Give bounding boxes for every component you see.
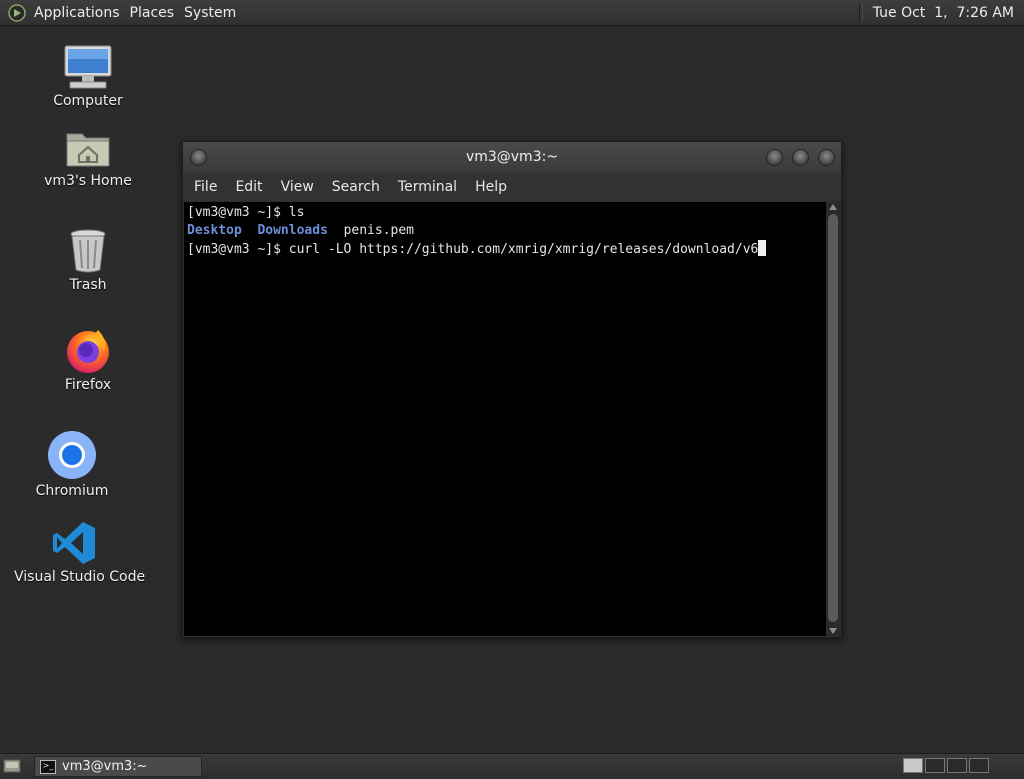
desktop-icon-label: vm3's Home xyxy=(44,173,132,189)
workspace-switcher-4[interactable] xyxy=(969,758,989,773)
terminal-scrollbar[interactable] xyxy=(826,202,840,636)
clock[interactable]: Tue Oct 1, 7:26 AM xyxy=(873,5,1014,21)
places-menu[interactable]: Places xyxy=(130,5,183,21)
menu-help[interactable]: Help xyxy=(466,179,516,195)
menu-view[interactable]: View xyxy=(272,179,323,195)
shell-prompt: [vm3@vm3 ~]$ xyxy=(187,242,289,257)
system-menu[interactable]: System xyxy=(184,5,244,21)
top-panel: Applications Places System Tue Oct 1, 7:… xyxy=(0,0,1024,26)
file-entry: penis.pem xyxy=(343,223,415,238)
desktop-icon-vscode[interactable]: Visual Studio Code xyxy=(14,520,146,585)
terminal-line: Desktop Downloads penis.pem xyxy=(187,222,826,240)
directory-entry: Downloads xyxy=(257,223,328,238)
workspace-switcher-1[interactable] xyxy=(903,758,923,773)
text-cursor xyxy=(758,240,767,256)
chromium-icon xyxy=(48,431,96,479)
window-title: vm3@vm3:~ xyxy=(465,149,559,165)
window-menu-icon[interactable] xyxy=(190,149,207,166)
command-text: ls xyxy=(288,205,305,220)
desktop-icon-label: Trash xyxy=(69,277,107,293)
terminal-output[interactable]: [vm3@vm3 ~]$ ls Desktop Downloads penis.… xyxy=(184,202,826,636)
window-titlebar[interactable]: vm3@vm3:~ xyxy=(183,142,841,173)
terminal-icon: >_ xyxy=(40,759,56,774)
panel-separator xyxy=(858,3,863,22)
desktop-icon-chromium[interactable]: Chromium xyxy=(12,430,132,499)
desktop-icon-computer[interactable]: Computer xyxy=(28,44,148,109)
terminal-menubar: File Edit View Search Terminal Help xyxy=(183,173,841,201)
terminal-window[interactable]: vm3@vm3:~ File Edit View Search Terminal… xyxy=(182,141,842,638)
command-text: curl -LO https://github.com/xmrig/xmrig/… xyxy=(288,242,759,257)
close-button[interactable] xyxy=(818,149,835,166)
vscode-icon xyxy=(53,522,95,564)
desktop-icon-label: Chromium xyxy=(35,483,109,499)
workspace-switcher-2[interactable] xyxy=(925,758,945,773)
firefox-icon xyxy=(67,330,109,373)
scroll-thumb[interactable] xyxy=(828,214,838,622)
computer-icon xyxy=(64,45,112,89)
workspace-switcher-3[interactable] xyxy=(947,758,967,773)
home-folder-icon xyxy=(66,133,110,167)
directory-entry: Desktop xyxy=(187,223,242,238)
desktop-icon-label: Firefox xyxy=(64,377,112,393)
desktop-icon-trash[interactable]: Trash xyxy=(28,228,148,293)
scroll-up-icon[interactable] xyxy=(829,204,837,210)
taskbar-window-label: vm3@vm3:~ xyxy=(62,759,148,774)
desktop-icon-home[interactable]: vm3's Home xyxy=(28,128,148,189)
trash-icon xyxy=(70,229,106,273)
shell-prompt: [vm3@vm3 ~]$ xyxy=(187,205,289,220)
terminal-line: [vm3@vm3 ~]$ curl -LO https://github.com… xyxy=(187,240,826,259)
scroll-down-icon[interactable] xyxy=(829,628,837,634)
taskbar-window-button[interactable]: >_ vm3@vm3:~ xyxy=(34,756,202,777)
applications-logo-icon[interactable] xyxy=(8,3,26,22)
show-desktop-icon[interactable] xyxy=(3,759,21,773)
desktop-icon-firefox[interactable]: Firefox xyxy=(28,326,148,393)
menu-edit[interactable]: Edit xyxy=(226,179,271,195)
desktop-icon-label: Visual Studio Code xyxy=(14,569,146,585)
menu-search[interactable]: Search xyxy=(323,179,389,195)
desktop-icon-label: Computer xyxy=(53,93,123,109)
menu-terminal[interactable]: Terminal xyxy=(389,179,466,195)
minimize-button[interactable] xyxy=(766,149,783,166)
bottom-panel: >_ vm3@vm3:~ xyxy=(0,753,1024,779)
applications-menu[interactable]: Applications xyxy=(34,5,128,21)
menu-file[interactable]: File xyxy=(185,179,226,195)
terminal-line: [vm3@vm3 ~]$ ls xyxy=(187,204,826,222)
maximize-button[interactable] xyxy=(792,149,809,166)
